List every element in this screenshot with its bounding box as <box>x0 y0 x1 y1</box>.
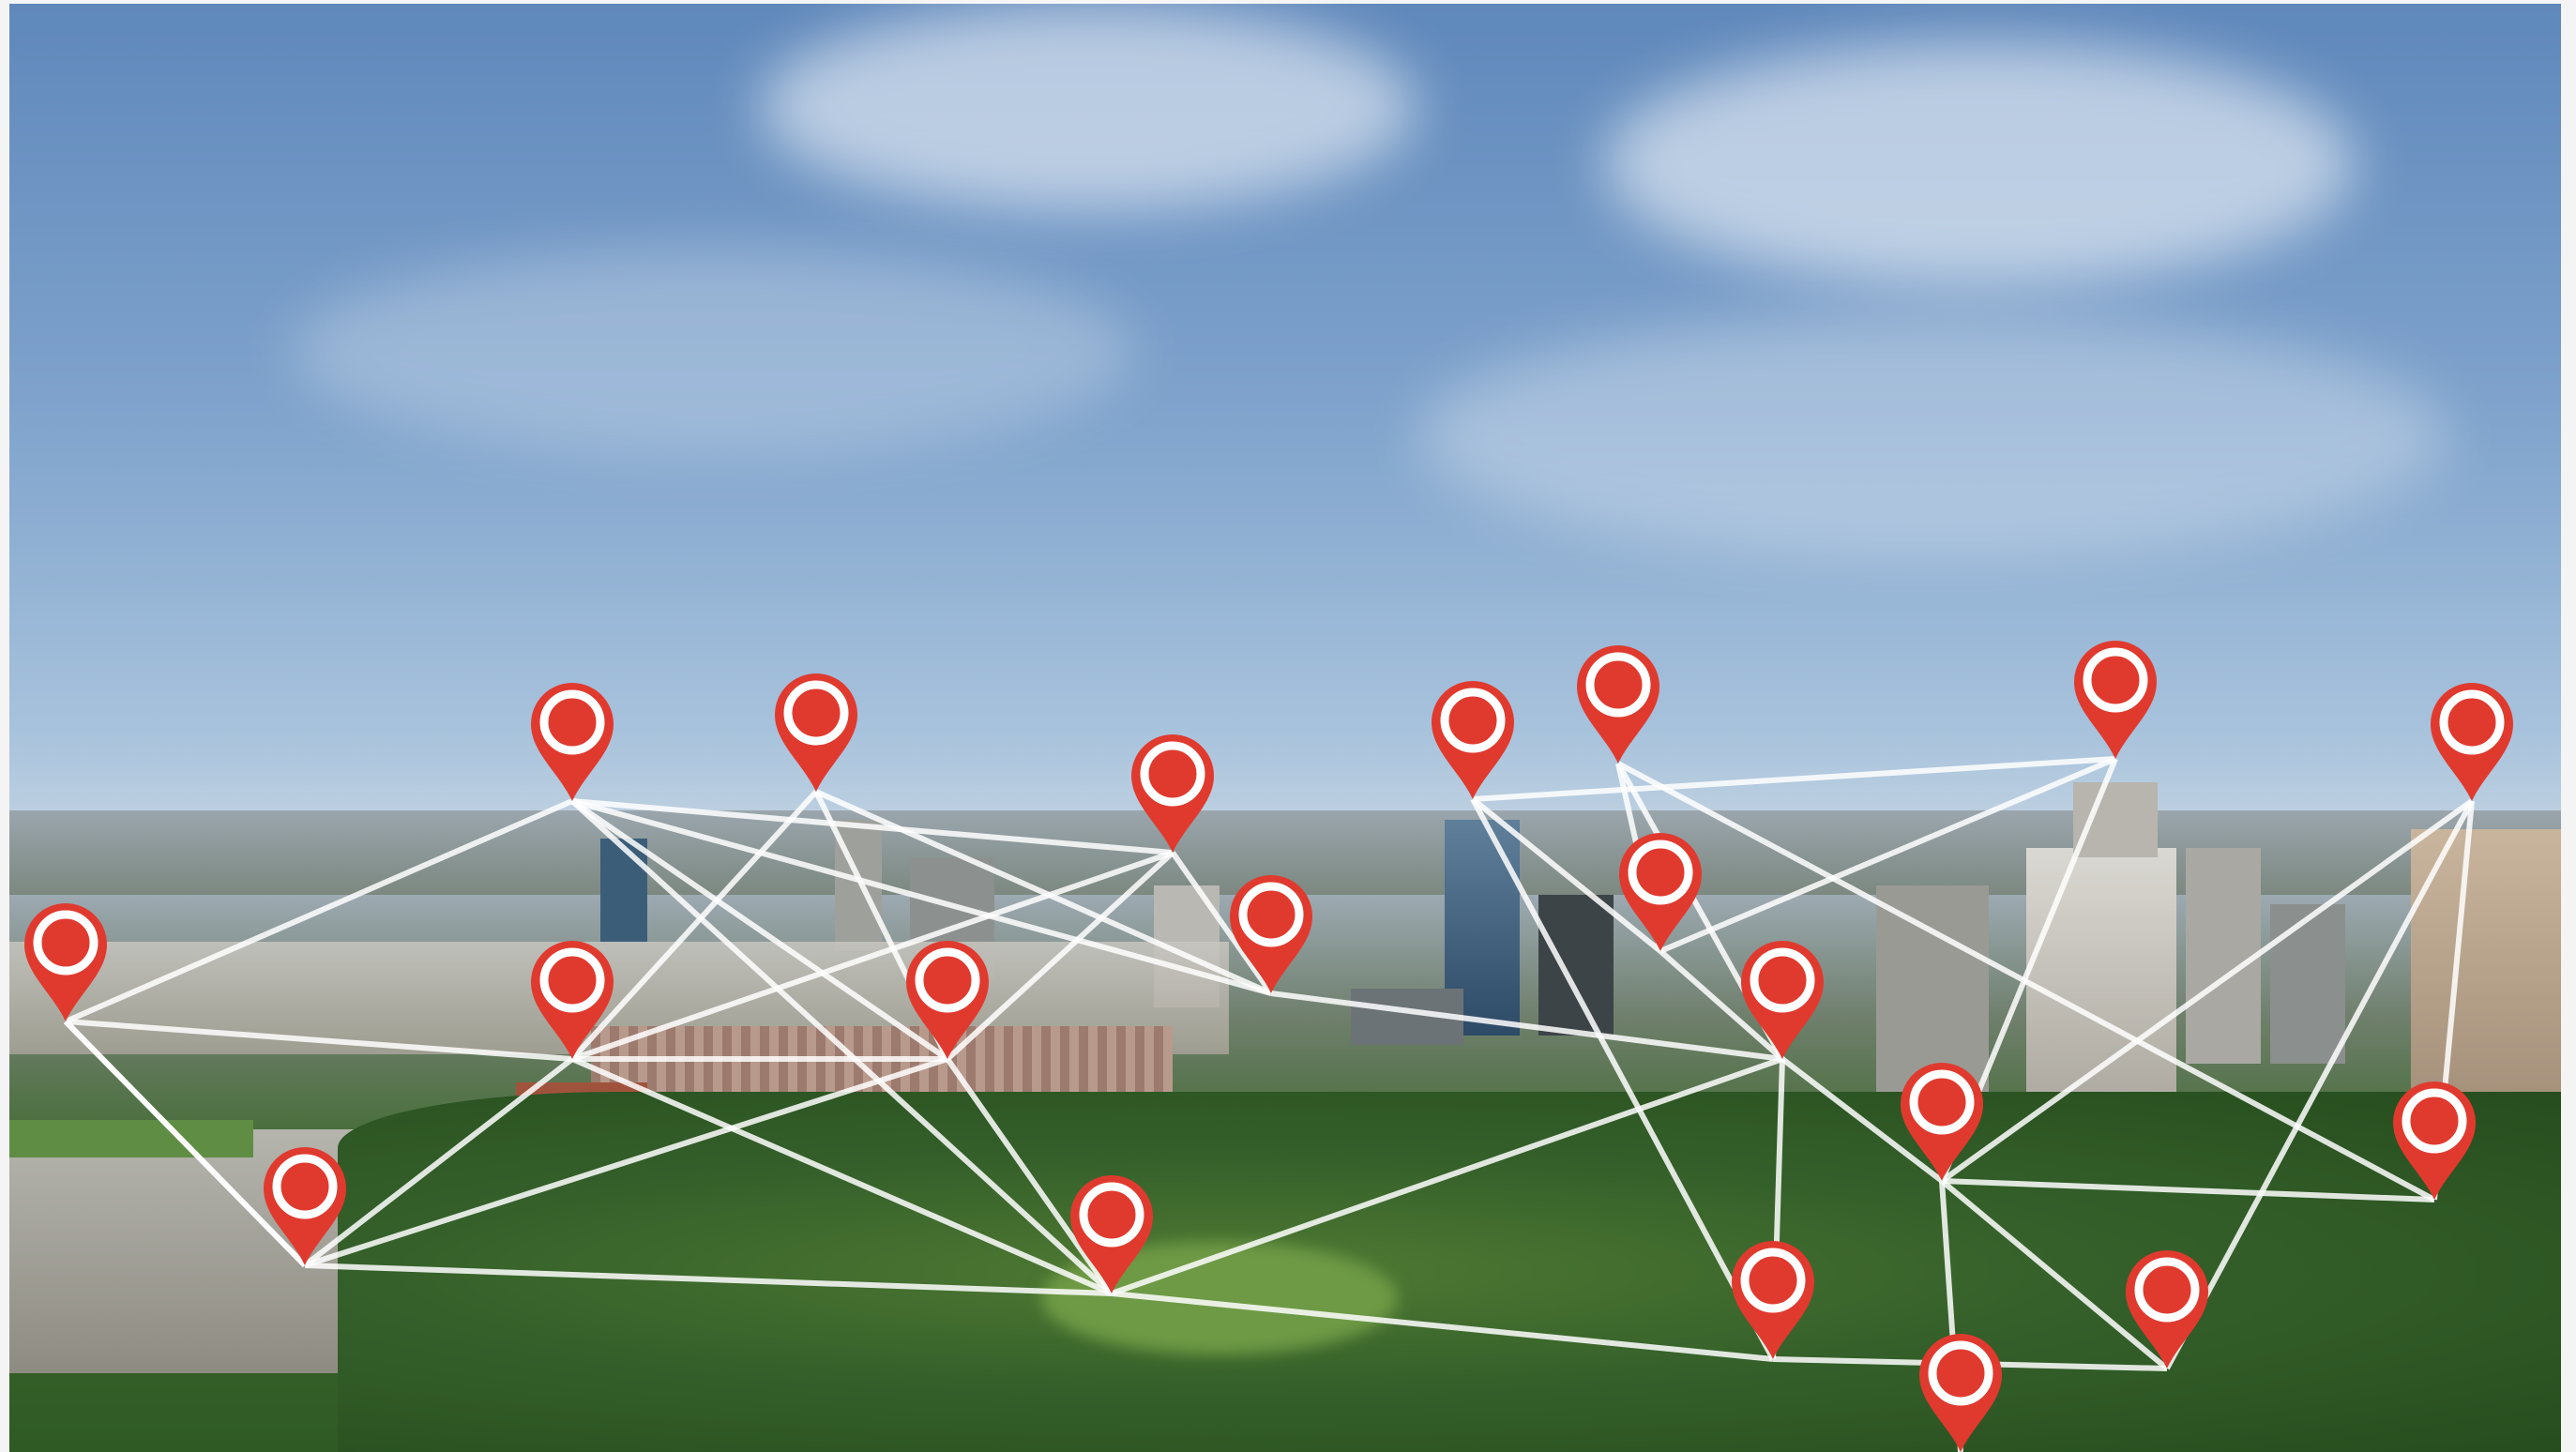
location-pin-icon <box>1741 941 1824 1059</box>
network-link <box>65 1019 573 1062</box>
location-pin-icon <box>1919 1334 2002 1452</box>
network-link <box>1270 991 1783 1062</box>
location-pin-icon <box>2074 641 2157 759</box>
network-link <box>1472 756 2116 802</box>
network-link <box>303 1056 574 1268</box>
network-link <box>63 1019 308 1268</box>
location-pin-icon <box>2126 1250 2208 1369</box>
location-pin-icon <box>1131 734 1214 853</box>
network-link <box>304 1056 948 1268</box>
location-pin-icon <box>775 673 857 792</box>
network-link <box>64 798 574 1024</box>
location-pin-icon <box>1732 1241 1814 1359</box>
location-pin-icon <box>1619 833 1702 951</box>
network-link <box>1111 1056 1783 1296</box>
network-link <box>304 1263 1113 1296</box>
location-pin-icon <box>1230 875 1312 993</box>
city-aerial-photo <box>9 4 2561 1452</box>
network-overlay <box>24 641 2513 1452</box>
location-pin-icon <box>1577 645 1659 764</box>
location-pin-icon <box>531 683 614 801</box>
network-link <box>570 798 949 1062</box>
location-pin-icon <box>264 1147 346 1265</box>
location-pin-icon <box>24 903 107 1021</box>
location-pin-icon <box>2431 683 2513 801</box>
location-pin-icon <box>1432 681 1514 799</box>
location-pin-icon <box>531 941 614 1059</box>
location-pin-icon <box>1070 1175 1153 1293</box>
network-link <box>1111 1291 1774 1362</box>
network-link <box>1941 1178 2435 1202</box>
